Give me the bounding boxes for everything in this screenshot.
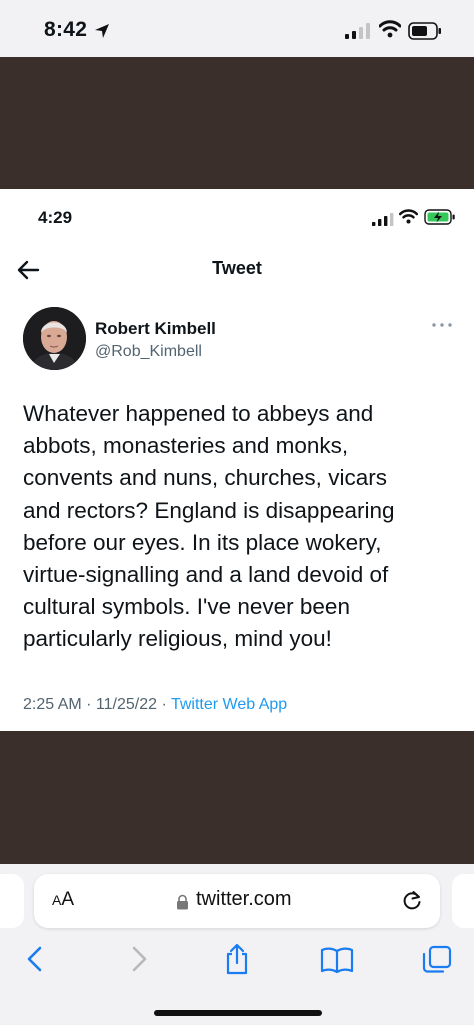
- more-dots-icon[interactable]: [430, 317, 454, 333]
- next-tab-card[interactable]: [452, 874, 474, 928]
- tweet-time: 2:25 AM: [23, 696, 82, 713]
- address-bar[interactable]: AA twitter.com: [34, 874, 440, 928]
- book-icon[interactable]: [319, 942, 355, 976]
- tweet-meta: 2:25 AM · 11/25/22 · Twitter Web App: [23, 696, 287, 714]
- tweet-screenshot: 4:29 Tweet Robert Kimbell @Rob_Kimbell W…: [0, 189, 474, 731]
- battery-charging-icon: [424, 209, 455, 225]
- author-name[interactable]: Robert Kimbell: [95, 319, 216, 339]
- share-icon[interactable]: [219, 942, 255, 976]
- meta-separator: ·: [81, 696, 96, 713]
- wifi-icon: [399, 209, 418, 224]
- meta-separator: ·: [157, 696, 171, 713]
- tabs-icon[interactable]: [419, 942, 455, 976]
- background-band-top: [0, 57, 474, 189]
- chevron-right-icon[interactable]: [120, 942, 156, 976]
- wifi-icon: [379, 20, 401, 38]
- chevron-left-icon[interactable]: [18, 942, 54, 976]
- status-time: 8:42: [44, 18, 88, 41]
- home-indicator: [154, 1010, 322, 1016]
- location-arrow-icon: [95, 24, 109, 38]
- tweet-text: Whatever happened to abbeys and abbots, …: [23, 401, 395, 652]
- tweet-source-link[interactable]: Twitter Web App: [171, 696, 287, 713]
- inner-status-time: 4:29: [38, 208, 73, 227]
- reader-options-button[interactable]: AA: [52, 889, 74, 911]
- lock-icon: [177, 894, 188, 910]
- tweet-date[interactable]: 11/25/22: [96, 696, 157, 713]
- url-text[interactable]: twitter.com: [196, 888, 292, 911]
- background-band-bottom: [0, 731, 474, 864]
- battery-icon: [408, 22, 441, 40]
- avatar[interactable]: [23, 307, 86, 370]
- reload-icon[interactable]: [401, 889, 423, 911]
- outer-status-bar: 8:42: [0, 0, 474, 57]
- page-title: Tweet: [212, 258, 262, 278]
- cellular-signal-icon: [372, 213, 394, 226]
- cellular-signal-icon: [345, 23, 370, 39]
- safari-bottom-bar: AA twitter.com: [0, 864, 474, 1025]
- previous-tab-card[interactable]: [0, 874, 24, 928]
- author-handle[interactable]: @Rob_Kimbell: [95, 343, 202, 361]
